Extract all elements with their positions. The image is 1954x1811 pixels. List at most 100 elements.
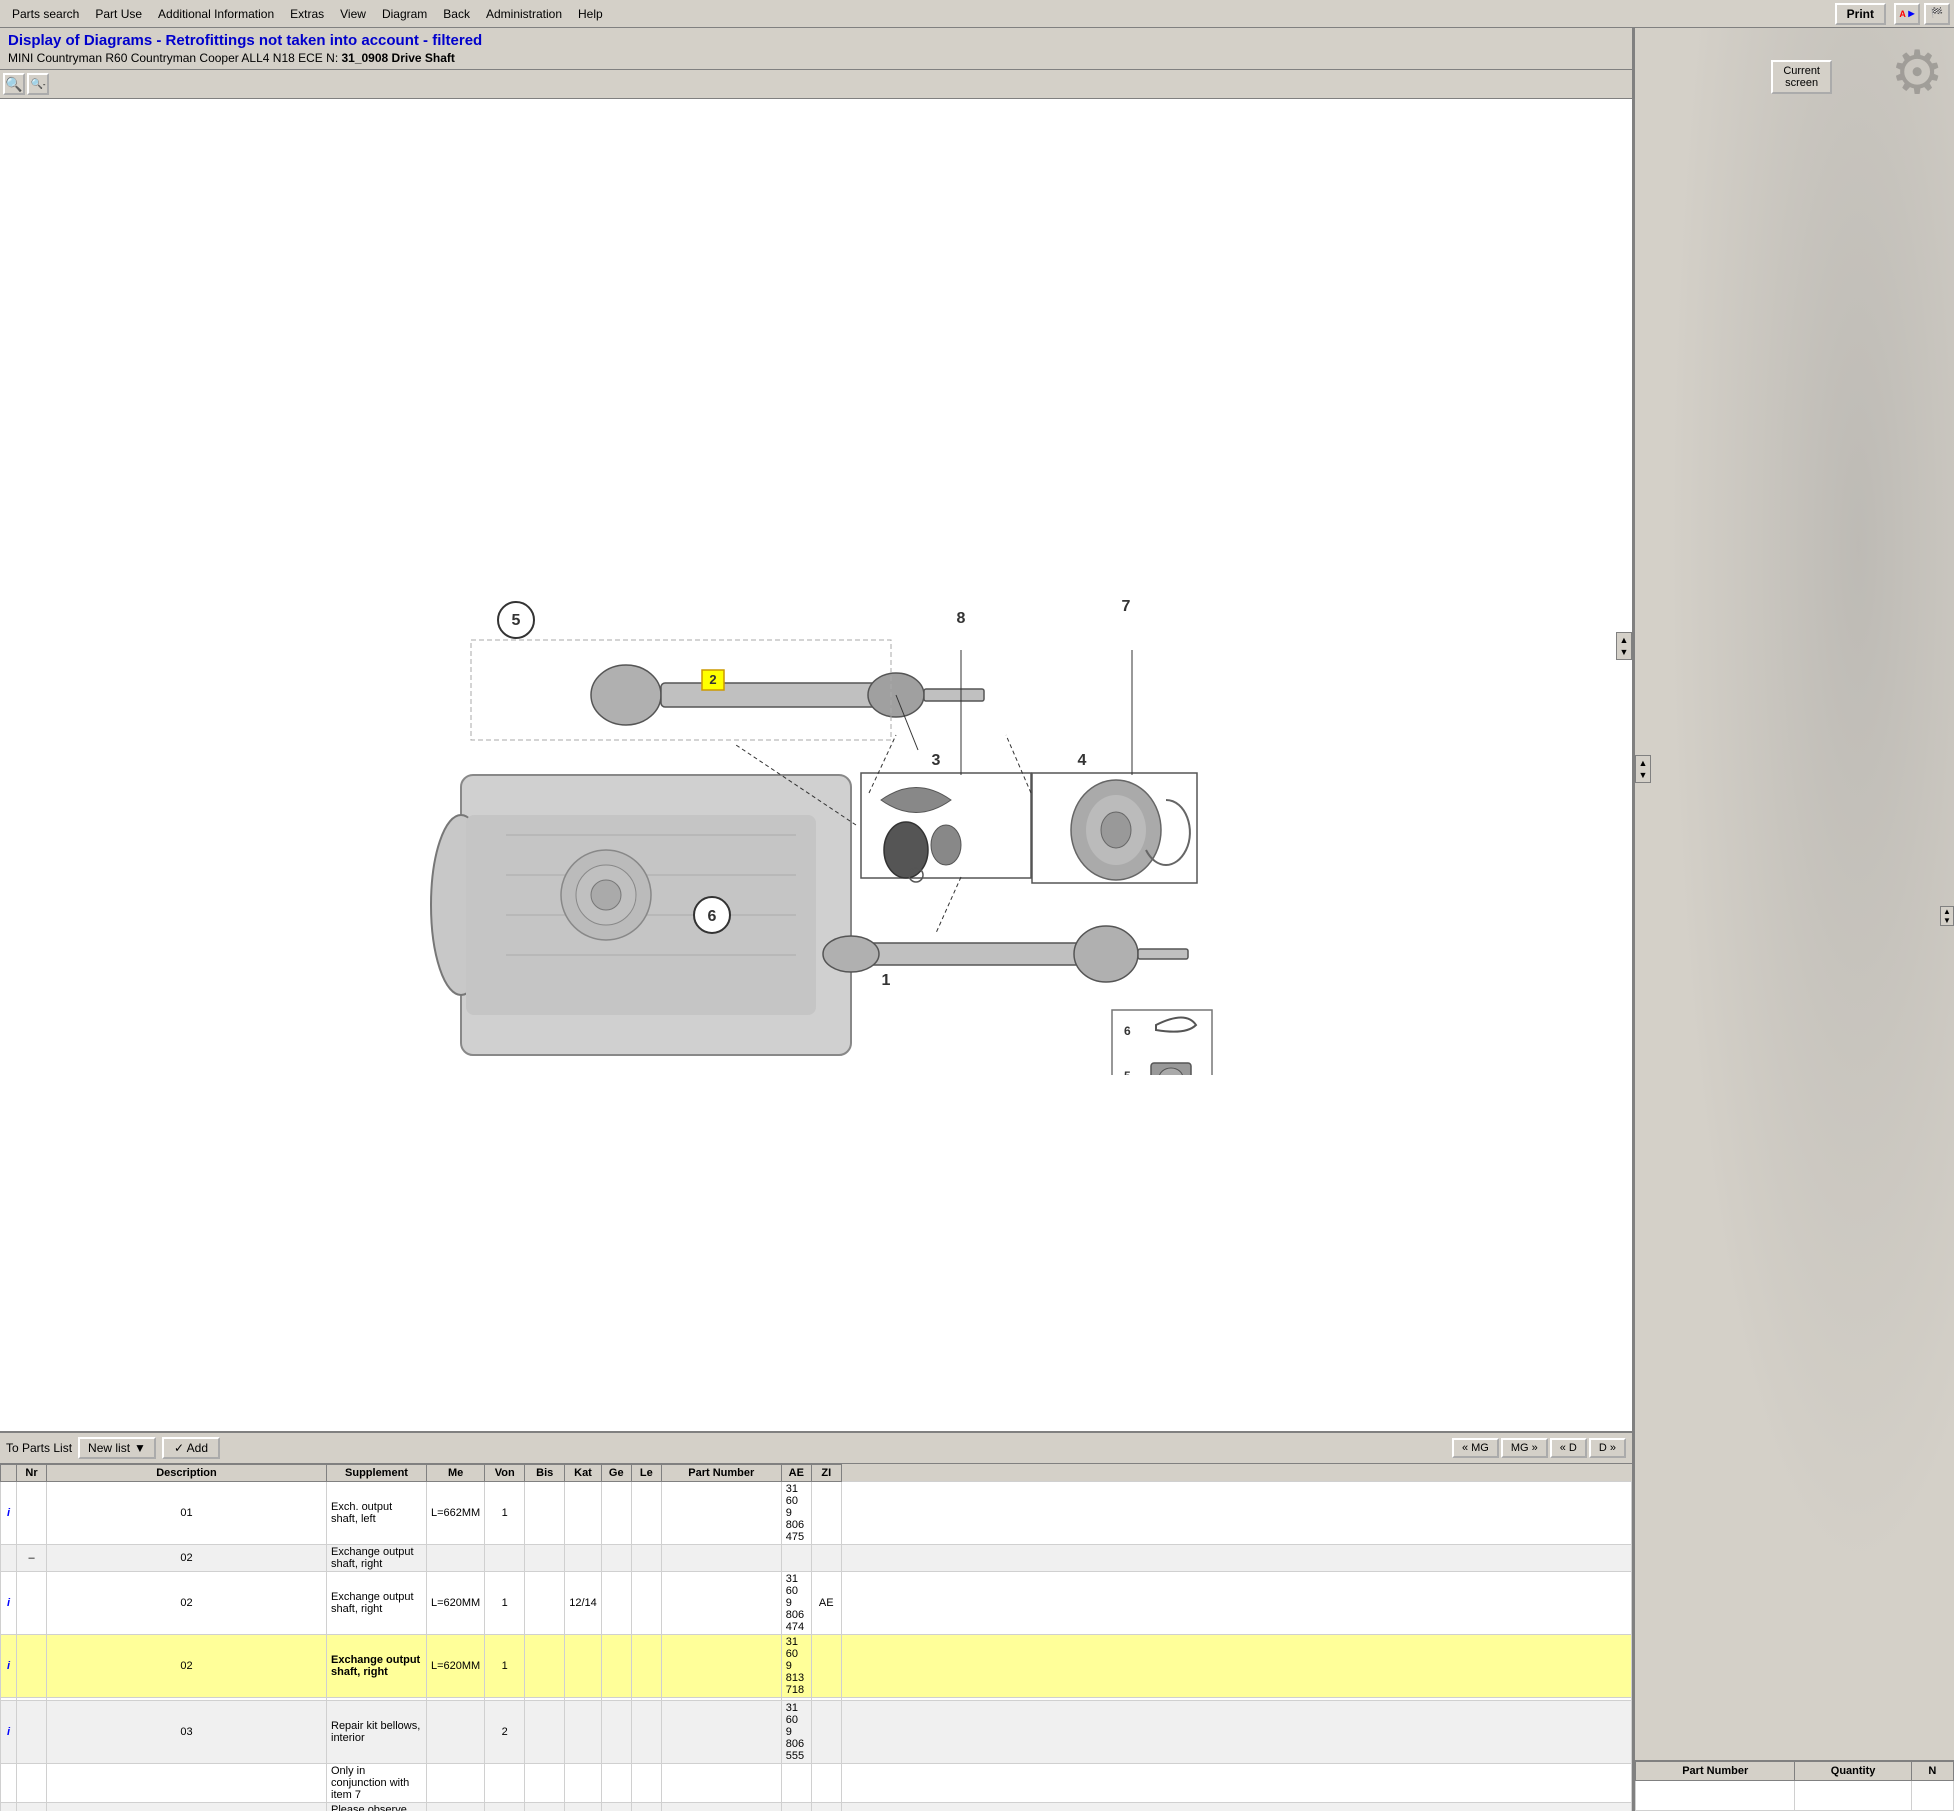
kat-cell	[601, 1803, 631, 1811]
diagram-svg: 5 8 7	[0, 455, 1632, 1075]
right-table-empty-row	[1636, 1781, 1954, 1811]
print-button[interactable]: Print	[1835, 3, 1886, 25]
right-scroll-indicator[interactable]: ▲ ▼	[1635, 755, 1651, 783]
menu-additional-info[interactable]: Additional Information	[150, 5, 282, 23]
zi-cell	[841, 1764, 1631, 1803]
right-scroll-up[interactable]: ▲	[1639, 758, 1648, 768]
table-row[interactable]: i01Exch. output shaft, leftL=662MM131 60…	[1, 1482, 1632, 1545]
von-cell	[525, 1701, 565, 1764]
menu-parts-search[interactable]: Parts search	[4, 5, 87, 23]
bis-cell	[565, 1545, 602, 1572]
zi-cell	[841, 1701, 1631, 1764]
table-row[interactable]: Only in conjunction with item 7	[1, 1764, 1632, 1803]
ge-cell	[631, 1635, 661, 1698]
svg-text:1: 1	[882, 972, 891, 989]
von-cell	[525, 1803, 565, 1811]
svg-text:3: 3	[932, 752, 941, 769]
table-row[interactable]: Please observe repair instruction.	[1, 1803, 1632, 1811]
von-cell	[525, 1572, 565, 1635]
kat-cell	[601, 1572, 631, 1635]
subtitle-bold: 31_0908 Drive Shaft	[341, 51, 454, 65]
col-info	[1, 1465, 17, 1482]
diagram-scroll-indicator[interactable]: ▲ ▼	[1616, 632, 1632, 660]
add-button[interactable]: ✓ Add	[162, 1437, 220, 1459]
me-cell: 1	[485, 1482, 525, 1545]
scroll-down-arrow[interactable]: ▼	[1620, 647, 1629, 657]
part-number-cell: 31 60 9 806 475	[781, 1482, 811, 1545]
ae-cell: AE	[811, 1572, 841, 1635]
d-forward-button[interactable]: D »	[1589, 1438, 1626, 1458]
bis-cell	[565, 1635, 602, 1698]
info-cell	[1, 1803, 17, 1811]
mg-back-button[interactable]: « MG	[1452, 1438, 1499, 1458]
desc-cell: Exchange output shaft, right	[327, 1572, 427, 1635]
menu-back[interactable]: Back	[435, 5, 478, 23]
nr-cell: 02	[47, 1545, 327, 1572]
new-list-label: New list	[88, 1441, 130, 1455]
parts-table-wrapper: Nr Description Supplement Me Von Bis Kat…	[0, 1464, 1632, 1811]
le-cell	[661, 1545, 781, 1572]
right-table-scroll[interactable]: ▲ ▼	[1940, 906, 1954, 926]
dash-cell	[17, 1482, 47, 1545]
diagram-area: 5 8 7	[0, 99, 1632, 1431]
menu-administration[interactable]: Administration	[478, 5, 570, 23]
le-cell	[661, 1635, 781, 1698]
col-le: Le	[631, 1465, 661, 1482]
part-number-cell: 31 60 9 813 718	[781, 1635, 811, 1698]
mg-forward-button[interactable]: MG »	[1501, 1438, 1548, 1458]
menu-view[interactable]: View	[332, 5, 374, 23]
subtitle-prefix: MINI Countryman R60 Countryman Cooper AL…	[8, 51, 341, 65]
table-row[interactable]: i03Repair kit bellows, interior231 60 9 …	[1, 1701, 1632, 1764]
info-cell: i	[1, 1701, 17, 1764]
menu-help[interactable]: Help	[570, 5, 611, 23]
col-me: Me	[427, 1465, 485, 1482]
nr-cell	[47, 1803, 327, 1811]
desc-cell: Exchange output shaft, right	[327, 1635, 427, 1698]
ae-cell	[811, 1545, 841, 1572]
dash-cell	[17, 1635, 47, 1698]
menu-part-use[interactable]: Part Use	[87, 5, 150, 23]
current-screen-button[interactable]: Current screen	[1771, 60, 1832, 94]
svg-text:6: 6	[708, 908, 717, 925]
toolbar-icon-text[interactable]: A ▶	[1894, 3, 1920, 25]
table-row[interactable]: i02Exchange output shaft, rightL=620MM13…	[1, 1635, 1632, 1698]
kat-cell	[601, 1482, 631, 1545]
me-cell: 2	[485, 1701, 525, 1764]
diagram-wrapper: 🔍 🔍- 5 8 7	[0, 70, 1632, 1431]
right-table-body	[1636, 1781, 1954, 1811]
me-cell	[485, 1764, 525, 1803]
nr-cell: 03	[47, 1701, 327, 1764]
scroll-up-arrow[interactable]: ▲	[1620, 635, 1629, 645]
right-col-part: Part Number	[1636, 1762, 1795, 1781]
right-panel-top: ⚙ ▲ ▼	[1635, 28, 1954, 1760]
dash-cell: –	[17, 1545, 47, 1572]
ae-cell	[811, 1482, 841, 1545]
table-row[interactable]: –02Exchange output shaft, right	[1, 1545, 1632, 1572]
d-back-button[interactable]: « D	[1550, 1438, 1587, 1458]
zoom-out-button[interactable]: 🔍-	[27, 73, 49, 95]
me-cell: 1	[485, 1572, 525, 1635]
ge-cell	[631, 1482, 661, 1545]
bis-cell	[565, 1764, 602, 1803]
dropdown-arrow-icon: ▼	[134, 1441, 146, 1455]
von-cell	[525, 1545, 565, 1572]
svg-text:5: 5	[512, 612, 521, 629]
menu-extras[interactable]: Extras	[282, 5, 332, 23]
zoom-in-button[interactable]: 🔍	[3, 73, 25, 95]
von-cell	[525, 1764, 565, 1803]
col-bis: Bis	[525, 1465, 565, 1482]
le-cell	[661, 1803, 781, 1811]
bis-cell	[565, 1803, 602, 1811]
bis-cell: 12/14	[565, 1572, 602, 1635]
le-cell	[661, 1764, 781, 1803]
svg-text:2: 2	[709, 672, 716, 687]
col-ge: Ge	[601, 1465, 631, 1482]
right-scroll-down[interactable]: ▼	[1639, 770, 1648, 780]
parts-table: Nr Description Supplement Me Von Bis Kat…	[0, 1464, 1632, 1811]
toolbar-icon-flag[interactable]: 🏁	[1924, 3, 1950, 25]
right-table-scroll-up[interactable]: ▲	[1941, 907, 1953, 916]
menu-diagram[interactable]: Diagram	[374, 5, 435, 23]
table-row[interactable]: i02Exchange output shaft, rightL=620MM11…	[1, 1572, 1632, 1635]
right-table-scroll-down[interactable]: ▼	[1941, 916, 1953, 925]
new-list-button[interactable]: New list ▼	[78, 1437, 156, 1459]
